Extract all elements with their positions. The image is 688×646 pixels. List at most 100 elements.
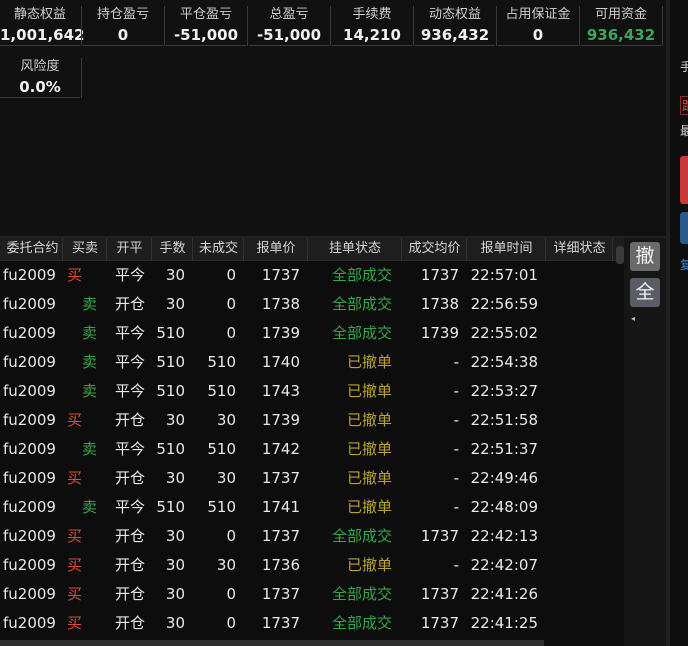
table-row[interactable]: fu2009 卖平今 510 0 1739 全部成交 1739 22:55:02 bbox=[0, 319, 624, 348]
stat-value: 0 bbox=[532, 26, 544, 44]
stat-label: 平仓盈亏 bbox=[179, 7, 232, 22]
price-cell: 1737 bbox=[261, 585, 300, 603]
price-cell: 1737 bbox=[261, 614, 300, 632]
avg-price-cell: - bbox=[453, 411, 459, 429]
cancel-order-button[interactable]: 撤 bbox=[630, 242, 660, 271]
qty-cell: 30 bbox=[165, 469, 185, 487]
right-panel-text-2: 最 bbox=[680, 124, 688, 138]
orders-table-header: 委托合约 买卖 开平 手数 未成交 报单价 挂单状态 成交均价 报单时间 详细状态 bbox=[0, 238, 624, 261]
stat-label: 动态权益 bbox=[428, 7, 481, 22]
status-cell: 已撤单 bbox=[346, 382, 392, 400]
qty-cell: 30 bbox=[165, 411, 185, 429]
avg-price-cell: 1737 bbox=[420, 585, 459, 603]
table-row[interactable]: fu2009 卖平今 510 510 1742 已撤单 -22:51:37 bbox=[0, 435, 624, 464]
cancel-all-button[interactable]: 全 bbox=[630, 278, 660, 307]
column-header[interactable]: 委托合约 bbox=[3, 238, 63, 260]
time-cell: 22:51:37 bbox=[470, 440, 538, 458]
price-cell: 1739 bbox=[261, 411, 300, 429]
avg-price-cell: 1738 bbox=[420, 295, 459, 313]
stat-item: 平仓盈亏 -51,000 bbox=[166, 0, 248, 46]
column-header[interactable]: 未成交 bbox=[194, 238, 244, 260]
contract-cell: fu2009 bbox=[3, 324, 56, 342]
offset-cell: 平今 bbox=[114, 440, 145, 458]
qty-cell: 30 bbox=[165, 266, 185, 284]
stat-separator bbox=[81, 6, 82, 46]
table-row[interactable]: fu2009 买 开仓 30 30 1736 已撤单 -22:42:07 bbox=[0, 551, 624, 580]
table-row[interactable]: fu2009 买 开仓 30 30 1737 已撤单 -22:49:46 bbox=[0, 464, 624, 493]
column-header[interactable]: 买卖 bbox=[64, 238, 107, 260]
stat-label: 持仓盈亏 bbox=[96, 7, 149, 22]
table-row[interactable]: fu2009 卖开仓 30 0 1738 全部成交 1738 22:56:59 bbox=[0, 290, 624, 319]
table-row[interactable]: fu2009 买 开仓 30 0 1737 全部成交 1737 22:41:26 bbox=[0, 580, 624, 609]
sell-button[interactable] bbox=[680, 212, 688, 244]
qty-cell: 510 bbox=[156, 440, 185, 458]
buy-button[interactable] bbox=[680, 156, 688, 204]
column-header[interactable]: 挂单状态 bbox=[309, 238, 402, 260]
table-row[interactable]: fu2009 买 开仓 30 0 1737 全部成交 1737 22:42:13 bbox=[0, 522, 624, 551]
column-header[interactable]: 开平 bbox=[108, 238, 152, 260]
right-panel-red-tag[interactable]: 跟 bbox=[680, 96, 688, 115]
time-cell: 22:41:26 bbox=[470, 585, 538, 603]
offset-cell: 开仓 bbox=[114, 556, 145, 574]
offset-cell: 平今 bbox=[114, 498, 145, 516]
price-cell: 1742 bbox=[261, 440, 300, 458]
column-header[interactable]: 详细状态 bbox=[547, 238, 613, 260]
status-cell: 全部成交 bbox=[331, 324, 392, 342]
table-row[interactable]: fu2009 卖平今 510 510 1743 已撤单 -22:53:27 bbox=[0, 377, 624, 406]
column-header[interactable]: 成交均价 bbox=[403, 238, 467, 260]
offset-cell: 平今 bbox=[114, 266, 145, 284]
unfilled-cell: 510 bbox=[207, 440, 236, 458]
account-stats-row-1: 静态权益 1,001,642 持仓盈亏 0 平仓盈亏 -51,000 总盈亏 -51,000 手… bbox=[0, 0, 664, 46]
price-cell: 1737 bbox=[261, 469, 300, 487]
stat-item: 手续费 14,210 bbox=[332, 0, 414, 46]
contract-cell: fu2009 bbox=[3, 353, 56, 371]
avg-price-cell: - bbox=[453, 556, 459, 574]
stat-value: -51,000 bbox=[173, 26, 239, 44]
time-cell: 22:49:46 bbox=[470, 469, 538, 487]
stat-label: 占用保证金 bbox=[505, 7, 571, 22]
stat-item: 动态权益 936,432 bbox=[415, 0, 497, 46]
stat-item: 总盈亏 -51,000 bbox=[249, 0, 331, 46]
side-cell: 卖 bbox=[81, 324, 97, 342]
avg-price-cell: 1737 bbox=[420, 614, 459, 632]
right-panel-text-1: 手 bbox=[680, 60, 688, 74]
time-cell: 22:56:59 bbox=[470, 295, 538, 313]
avg-price-cell: - bbox=[453, 382, 459, 400]
price-cell: 1736 bbox=[261, 556, 300, 574]
table-row[interactable]: fu2009 卖平今 510 510 1740 已撤单 -22:54:38 bbox=[0, 348, 624, 377]
contract-cell: fu2009 bbox=[3, 440, 56, 458]
offset-cell: 开仓 bbox=[114, 411, 145, 429]
column-header[interactable]: 报单时间 bbox=[468, 238, 546, 260]
table-row[interactable]: fu2009 买 开仓 30 0 1737 全部成交 1737 22:41:25 bbox=[0, 609, 624, 638]
column-header[interactable]: 手数 bbox=[153, 238, 193, 260]
right-panel-link[interactable]: 复 bbox=[680, 256, 688, 273]
horizontal-scrollbar[interactable] bbox=[0, 640, 544, 646]
vertical-scrollbar[interactable] bbox=[616, 246, 624, 264]
stat-label: 手续费 bbox=[352, 7, 392, 22]
qty-cell: 510 bbox=[156, 498, 185, 516]
collapse-arrow-icon[interactable]: ◂ bbox=[631, 314, 635, 323]
unfilled-cell: 510 bbox=[207, 382, 236, 400]
side-cell: 卖 bbox=[81, 440, 97, 458]
table-row[interactable]: fu2009 买 开仓 30 30 1739 已撤单 -22:51:58 bbox=[0, 406, 624, 435]
column-header[interactable]: 报单价 bbox=[245, 238, 308, 260]
contract-cell: fu2009 bbox=[3, 498, 56, 516]
table-row[interactable]: fu2009 卖平今 510 510 1741 已撤单 -22:48:09 bbox=[0, 493, 624, 522]
qty-cell: 510 bbox=[156, 324, 185, 342]
time-cell: 22:54:38 bbox=[470, 353, 538, 371]
unfilled-cell: 0 bbox=[226, 324, 236, 342]
orders-table-body: fu2009 买平今 30 0 1737 全部成交 1737 22:57:01 fu2009 卖开… bbox=[0, 261, 624, 638]
table-row[interactable]: fu2009 买 平今 30 0 1737 全部成交 1737 22:57:01 bbox=[0, 261, 624, 290]
side-cell: 卖 bbox=[81, 353, 97, 371]
price-cell: 1741 bbox=[261, 498, 300, 516]
account-summary-panel: 静态权益 1,001,642 持仓盈亏 0 平仓盈亏 -51,000 总盈亏 -51,000 手… bbox=[0, 0, 666, 236]
time-cell: 22:53:27 bbox=[470, 382, 538, 400]
unfilled-cell: 0 bbox=[226, 266, 236, 284]
status-cell: 已撤单 bbox=[346, 498, 392, 516]
avg-price-cell: 1737 bbox=[420, 266, 459, 284]
contract-cell: fu2009 bbox=[3, 527, 56, 545]
status-cell: 全部成交 bbox=[331, 295, 392, 313]
status-cell: 已撤单 bbox=[346, 556, 392, 574]
order-entry-panel: 手 跟 最 复 bbox=[670, 0, 688, 646]
status-cell: 已撤单 bbox=[346, 353, 392, 371]
